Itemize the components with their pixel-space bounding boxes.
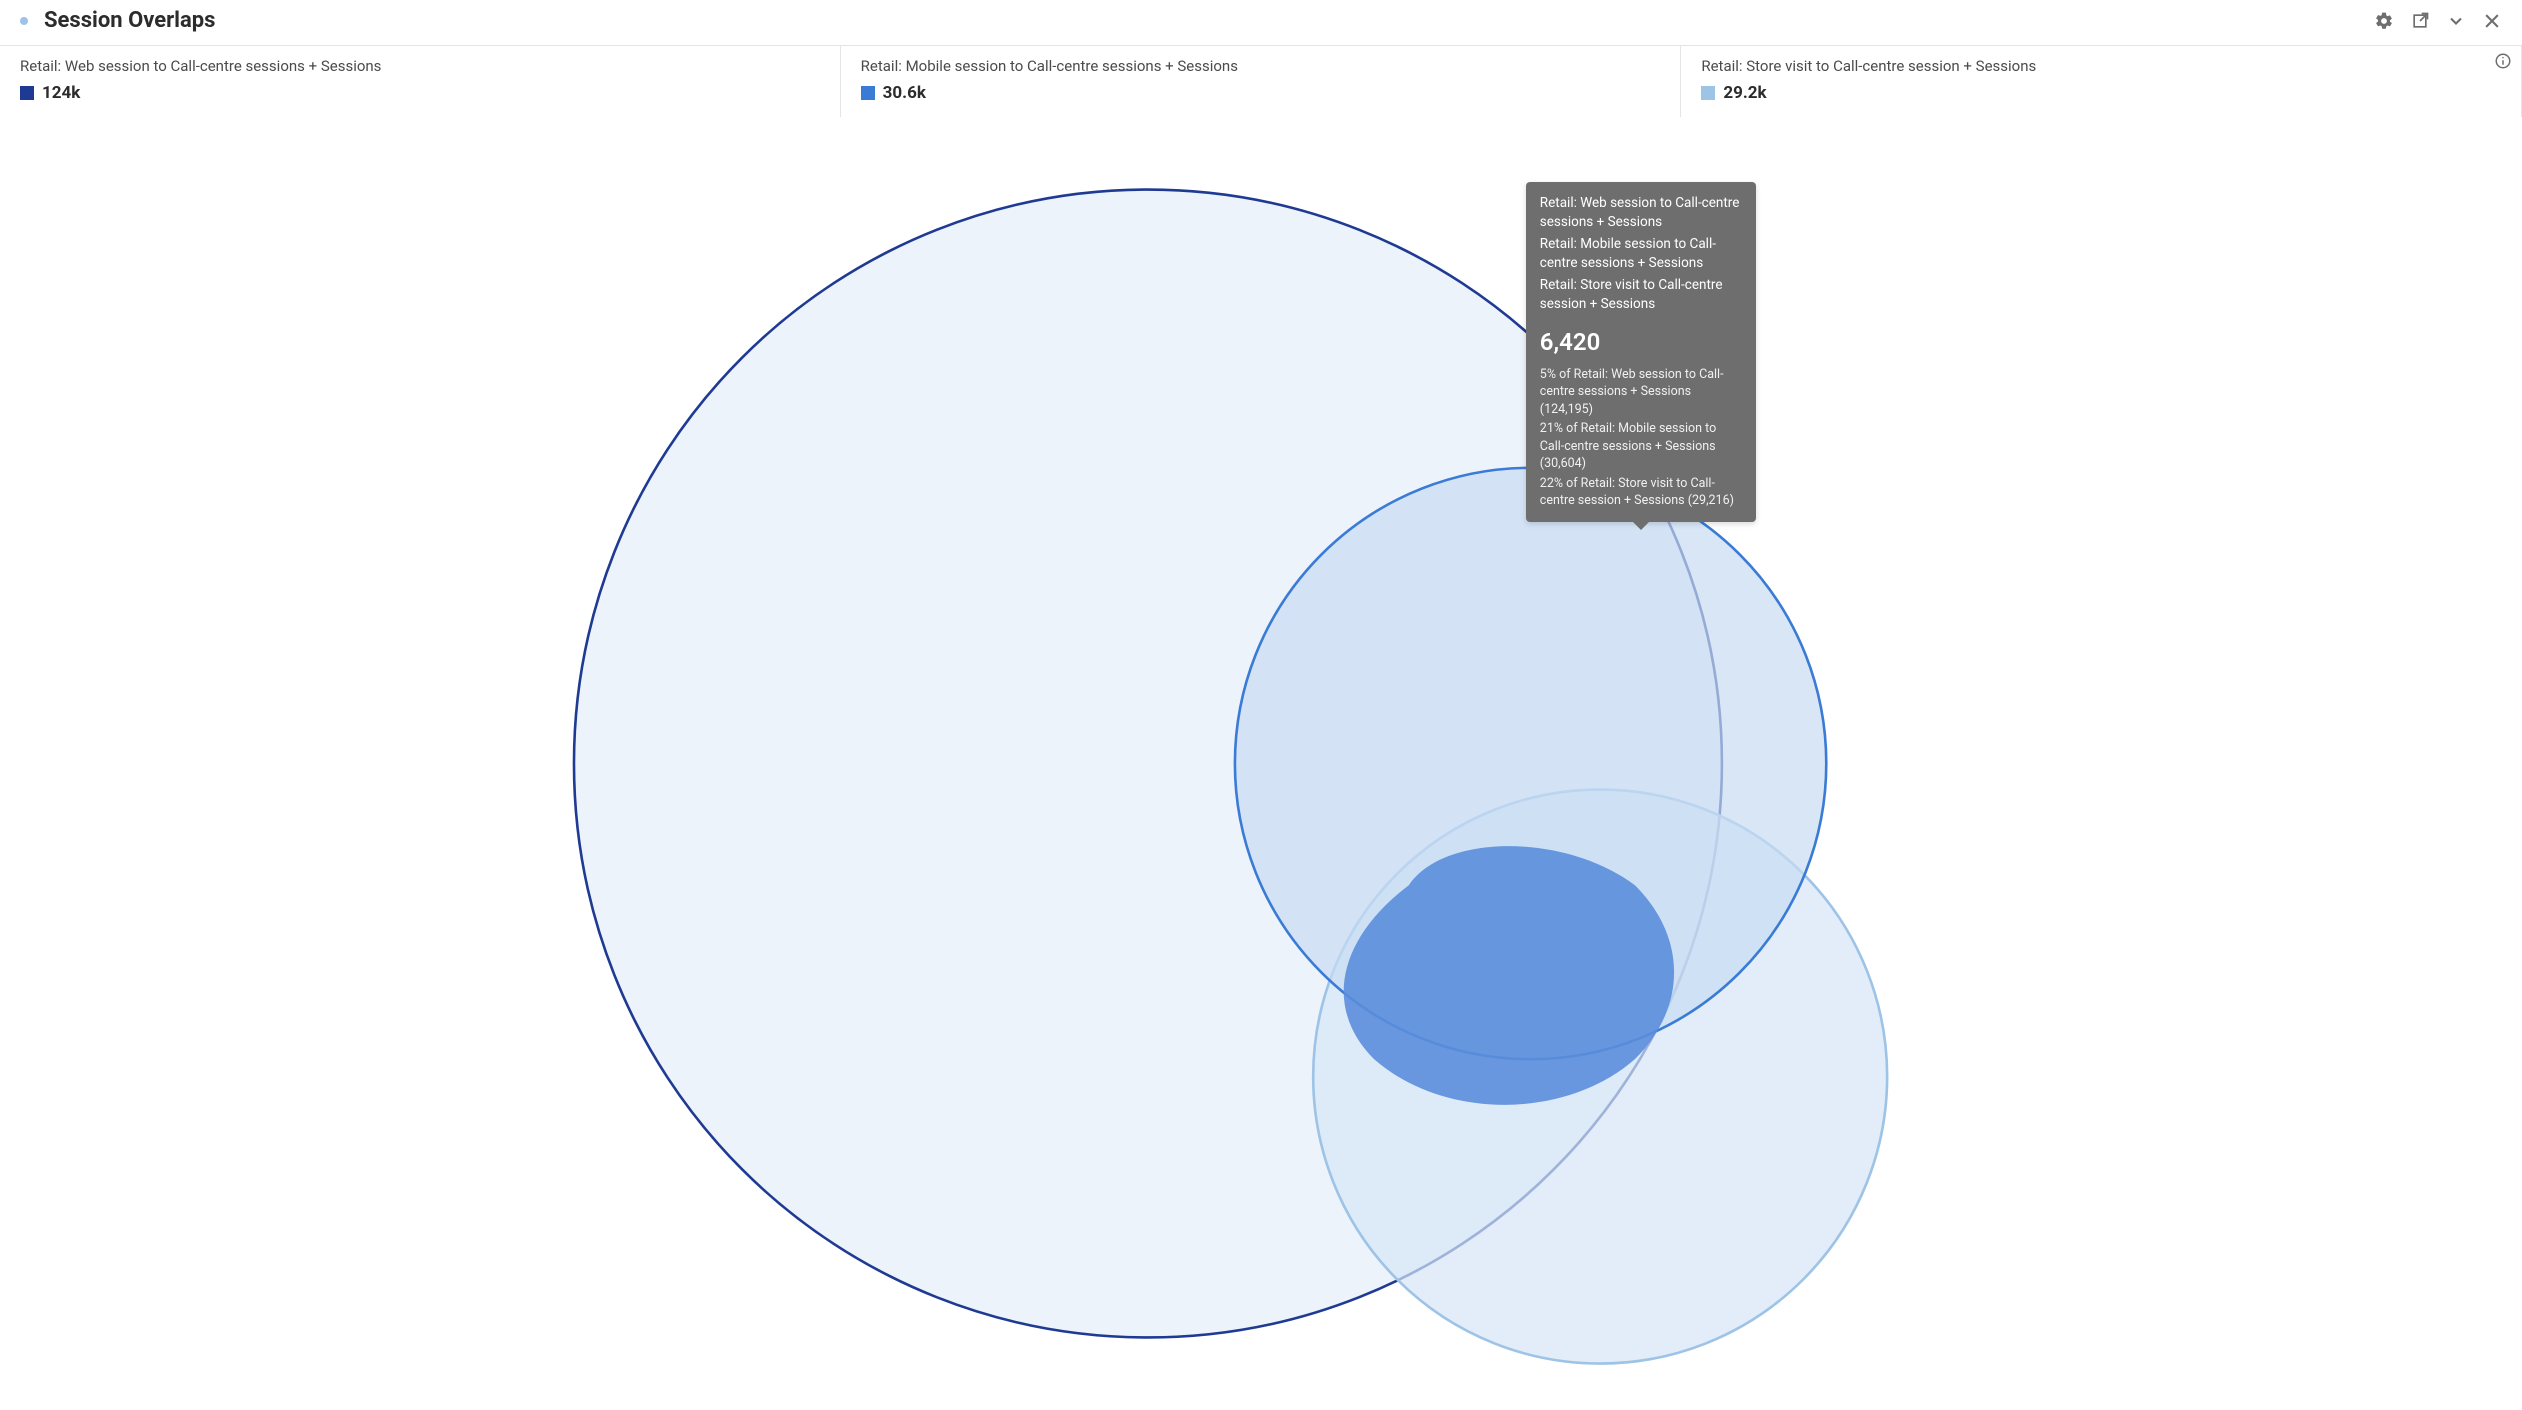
close-icon[interactable]: [2482, 11, 2502, 31]
tooltip-line-2: Retail: Store visit to Call-centre sessi…: [1540, 276, 1742, 315]
legend-label: Retail: Mobile session to Call-centre se…: [861, 56, 1661, 77]
panel-header: Session Overlaps: [0, 0, 2522, 45]
tooltip-sub-0: 5% of Retail: Web session to Call-centre…: [1540, 366, 1742, 419]
legend-value-row: 30.6k: [861, 83, 1661, 103]
tooltip-line-0: Retail: Web session to Call-centre sessi…: [1540, 194, 1742, 233]
legend-row: Retail: Web session to Call-centre sessi…: [0, 45, 2522, 117]
tooltip-line-1: Retail: Mobile session to Call-centre se…: [1540, 235, 1742, 274]
legend-cell-1[interactable]: Retail: Mobile session to Call-centre se…: [841, 46, 1682, 117]
export-icon[interactable]: [2410, 11, 2430, 31]
legend-cell-0[interactable]: Retail: Web session to Call-centre sessi…: [0, 46, 841, 117]
legend-value: 29.2k: [1723, 83, 1766, 103]
panel-title: Session Overlaps: [44, 8, 2374, 33]
legend-value-row: 124k: [20, 83, 820, 103]
legend-swatch-0: [20, 86, 34, 100]
legend-label: Retail: Web session to Call-centre sessi…: [20, 56, 820, 77]
venn-chart[interactable]: Retail: Web session to Call-centre sessi…: [0, 117, 2522, 1410]
color-dot: [20, 17, 28, 25]
legend-value: 124k: [42, 83, 80, 103]
legend-value-row: 29.2k: [1701, 83, 2501, 103]
gear-icon[interactable]: [2374, 11, 2394, 31]
legend-value: 30.6k: [883, 83, 926, 103]
legend-label: Retail: Store visit to Call-centre sessi…: [1701, 56, 2501, 77]
chevron-down-icon[interactable]: [2446, 11, 2466, 31]
tooltip-sub-1: 21% of Retail: Mobile session to Call-ce…: [1540, 420, 1742, 473]
panel-actions: [2374, 11, 2502, 31]
legend-swatch-1: [861, 86, 875, 100]
legend-cell-2[interactable]: Retail: Store visit to Call-centre sessi…: [1681, 46, 2522, 117]
info-icon[interactable]: [2494, 52, 2512, 70]
legend-swatch-2: [1701, 86, 1715, 100]
tooltip-value: 6,420: [1540, 325, 1742, 360]
hover-tooltip: Retail: Web session to Call-centre sessi…: [1526, 182, 1756, 522]
venn-svg: [0, 117, 2522, 1410]
session-overlaps-panel: Session Overlaps Retail: Web session to …: [0, 0, 2522, 1410]
tooltip-sub-2: 22% of Retail: Store visit to Call-centr…: [1540, 475, 1742, 510]
